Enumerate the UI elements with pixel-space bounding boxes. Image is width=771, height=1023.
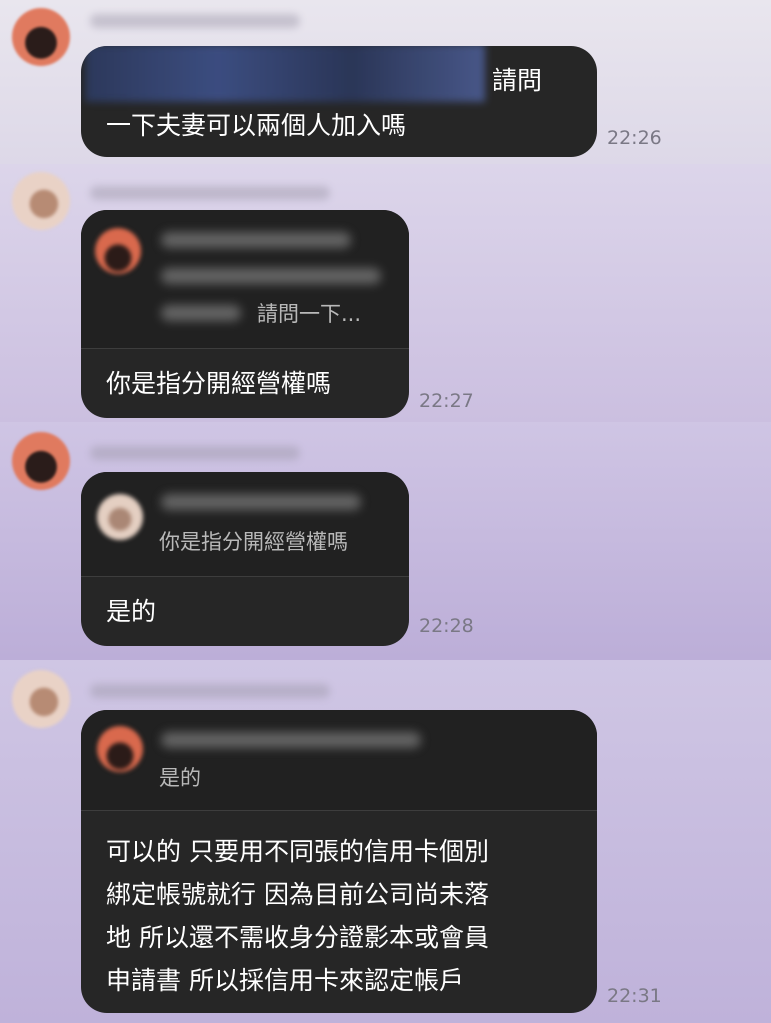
timestamp: 22:28 — [419, 615, 474, 637]
sender-name-blurred — [90, 14, 300, 28]
quoted-message[interactable]: 是的 — [81, 710, 597, 810]
message-line: 是的 — [106, 597, 157, 626]
chat-panel-2: 請問一下... 你是指分開經營權嗎 22:27 — [0, 164, 771, 422]
quoted-avatar — [97, 494, 143, 540]
sender-name-blurred — [90, 684, 330, 698]
message-line: 綁定帳號就行 因為目前公司尚未落 — [106, 880, 489, 909]
quote-divider — [81, 348, 409, 349]
message-bubble[interactable]: 是的 可以的 只要用不同張的信用卡個別 綁定帳號就行 因為目前公司尚未落 地 所… — [81, 710, 597, 1013]
message-line: 申請書 所以採信用卡來認定帳戶 — [106, 966, 464, 995]
quoted-text: 請問一下... — [257, 302, 362, 326]
message-line: 請問 — [492, 66, 543, 95]
chat-panel-1: 請問 一下夫妻可以兩個人加入嗎 22:26 — [0, 0, 771, 164]
timestamp: 22:31 — [607, 985, 662, 1007]
message-bubble[interactable]: 請問 一下夫妻可以兩個人加入嗎 — [81, 46, 597, 157]
timestamp: 22:26 — [607, 127, 662, 149]
avatar[interactable] — [12, 670, 70, 728]
timestamp: 22:27 — [419, 390, 474, 412]
quoted-avatar — [97, 726, 143, 772]
quoted-text-blurred — [161, 305, 241, 321]
message-line: 你是指分開經營權嗎 — [106, 369, 332, 398]
quote-divider — [81, 810, 597, 811]
chat-panel-3: 你是指分開經營權嗎 是的 22:28 — [0, 422, 771, 660]
quoted-sender-blurred — [161, 232, 351, 248]
avatar[interactable] — [12, 8, 70, 66]
chat-panel-4: 是的 可以的 只要用不同張的信用卡個別 綁定帳號就行 因為目前公司尚未落 地 所… — [0, 660, 771, 1023]
message-bubble[interactable]: 請問一下... 你是指分開經營權嗎 — [81, 210, 409, 418]
avatar[interactable] — [12, 432, 70, 490]
message-line: 地 所以還不需收身分證影本或會員 — [106, 923, 489, 952]
message-line: 一下夫妻可以兩個人加入嗎 — [106, 111, 407, 140]
avatar[interactable] — [12, 172, 70, 230]
quoted-message[interactable]: 你是指分開經營權嗎 — [81, 472, 409, 576]
sender-name-blurred — [90, 446, 300, 460]
quoted-sender-blurred — [161, 732, 421, 748]
message-line: 可以的 只要用不同張的信用卡個別 — [106, 837, 489, 866]
quoted-avatar — [95, 228, 141, 274]
quoted-text: 是的 — [159, 766, 201, 790]
message-bubble[interactable]: 你是指分開經營權嗎 是的 — [81, 472, 409, 646]
mention-blurred — [85, 46, 485, 102]
quoted-text: 你是指分開經營權嗎 — [159, 530, 348, 554]
quoted-text-blurred — [161, 268, 381, 284]
sender-name-blurred — [90, 186, 330, 200]
quoted-sender-blurred — [161, 494, 361, 510]
quoted-message[interactable]: 請問一下... — [81, 210, 409, 348]
quote-divider — [81, 576, 409, 577]
